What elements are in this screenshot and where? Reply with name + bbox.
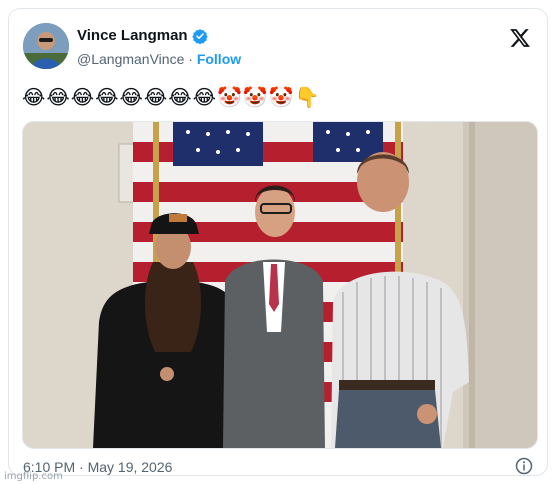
x-logo-icon[interactable] bbox=[509, 27, 531, 49]
handle-separator: · bbox=[188, 51, 193, 67]
watermark: imgflip.com bbox=[4, 471, 63, 482]
info-icon[interactable] bbox=[515, 457, 533, 475]
tweet-text: 😂😂😂😂😂😂😂😂🤡🤡🤡👇 bbox=[22, 87, 321, 109]
verified-badge-icon bbox=[191, 28, 208, 44]
avatar[interactable] bbox=[23, 23, 69, 69]
follow-button[interactable]: Follow bbox=[197, 51, 241, 67]
tweet-card: Vince Langman @LangmanVince · Follow 😂😂😂… bbox=[8, 8, 548, 476]
avatar-image bbox=[23, 23, 69, 69]
author-handle[interactable]: @LangmanVince bbox=[77, 51, 184, 67]
author-handle-row: @LangmanVince · Follow bbox=[77, 51, 241, 67]
author-name-row: Vince Langman bbox=[77, 27, 208, 44]
author-display-name[interactable]: Vince Langman bbox=[77, 27, 188, 44]
photo-image bbox=[23, 122, 537, 448]
tweet-photo[interactable] bbox=[22, 121, 538, 449]
